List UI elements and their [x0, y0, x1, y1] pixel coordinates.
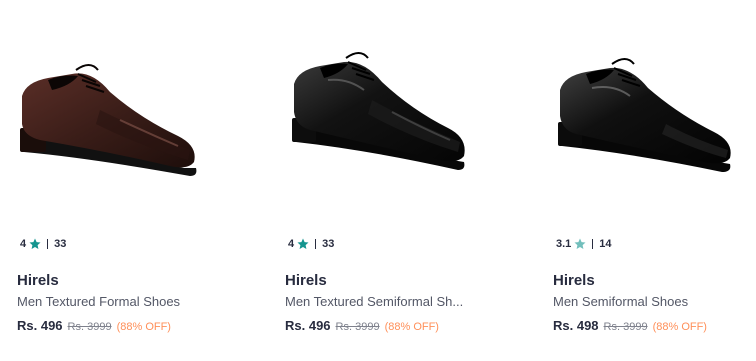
- original-price: Rs. 3999: [335, 321, 380, 333]
- product-title[interactable]: Men Textured Formal Shoes: [17, 294, 217, 309]
- star-icon: [29, 238, 41, 249]
- product-image[interactable]: [268, 0, 508, 222]
- rating-value: 4: [288, 238, 295, 250]
- rating-badge: 4 33: [20, 236, 66, 252]
- rating-divider: [592, 239, 594, 249]
- product-card[interactable]: 4 33 Hirels Men Textured Semiformal Sh..…: [268, 0, 508, 361]
- discount-label: (88% OFF): [384, 321, 439, 333]
- rating-value: 3.1: [556, 238, 572, 250]
- product-image[interactable]: [0, 0, 240, 222]
- star-icon: [297, 238, 309, 249]
- product-price: Rs. 496 Rs. 3999 (88% OFF): [285, 318, 439, 333]
- rating-count: 33: [54, 238, 67, 250]
- selling-price: Rs. 496: [17, 318, 63, 333]
- rating-count: 33: [322, 238, 335, 250]
- star-icon: [574, 238, 586, 249]
- product-brand[interactable]: Hirels: [285, 272, 327, 289]
- product-brand[interactable]: Hirels: [553, 272, 595, 289]
- rating-value: 4: [20, 238, 27, 250]
- product-brand[interactable]: Hirels: [17, 272, 59, 289]
- product-card[interactable]: 3.1 14 Hirels Men Semiformal Shoes Rs. 4…: [536, 0, 756, 361]
- rating-badge: 3.1 14: [556, 236, 612, 252]
- discount-label: (88% OFF): [116, 321, 171, 333]
- selling-price: Rs. 496: [285, 318, 331, 333]
- product-title[interactable]: Men Semiformal Shoes: [553, 294, 753, 309]
- rating-divider: [47, 239, 49, 249]
- product-image[interactable]: [536, 0, 756, 222]
- discount-label: (88% OFF): [652, 321, 707, 333]
- original-price: Rs. 3999: [603, 321, 648, 333]
- rating-divider: [315, 239, 317, 249]
- original-price: Rs. 3999: [67, 321, 112, 333]
- product-price: Rs. 496 Rs. 3999 (88% OFF): [17, 318, 171, 333]
- product-price: Rs. 498 Rs. 3999 (88% OFF): [553, 318, 707, 333]
- rating-badge: 4 33: [288, 236, 334, 252]
- shoe-image: [20, 64, 197, 176]
- shoe-image: [292, 52, 465, 170]
- selling-price: Rs. 498: [553, 318, 599, 333]
- product-title[interactable]: Men Textured Semiformal Sh...: [285, 294, 485, 309]
- product-card[interactable]: 4 33 Hirels Men Textured Formal Shoes Rs…: [0, 0, 240, 361]
- rating-count: 14: [599, 238, 612, 250]
- product-grid: 4 33 Hirels Men Textured Formal Shoes Rs…: [0, 0, 756, 361]
- shoe-image: [558, 58, 731, 172]
